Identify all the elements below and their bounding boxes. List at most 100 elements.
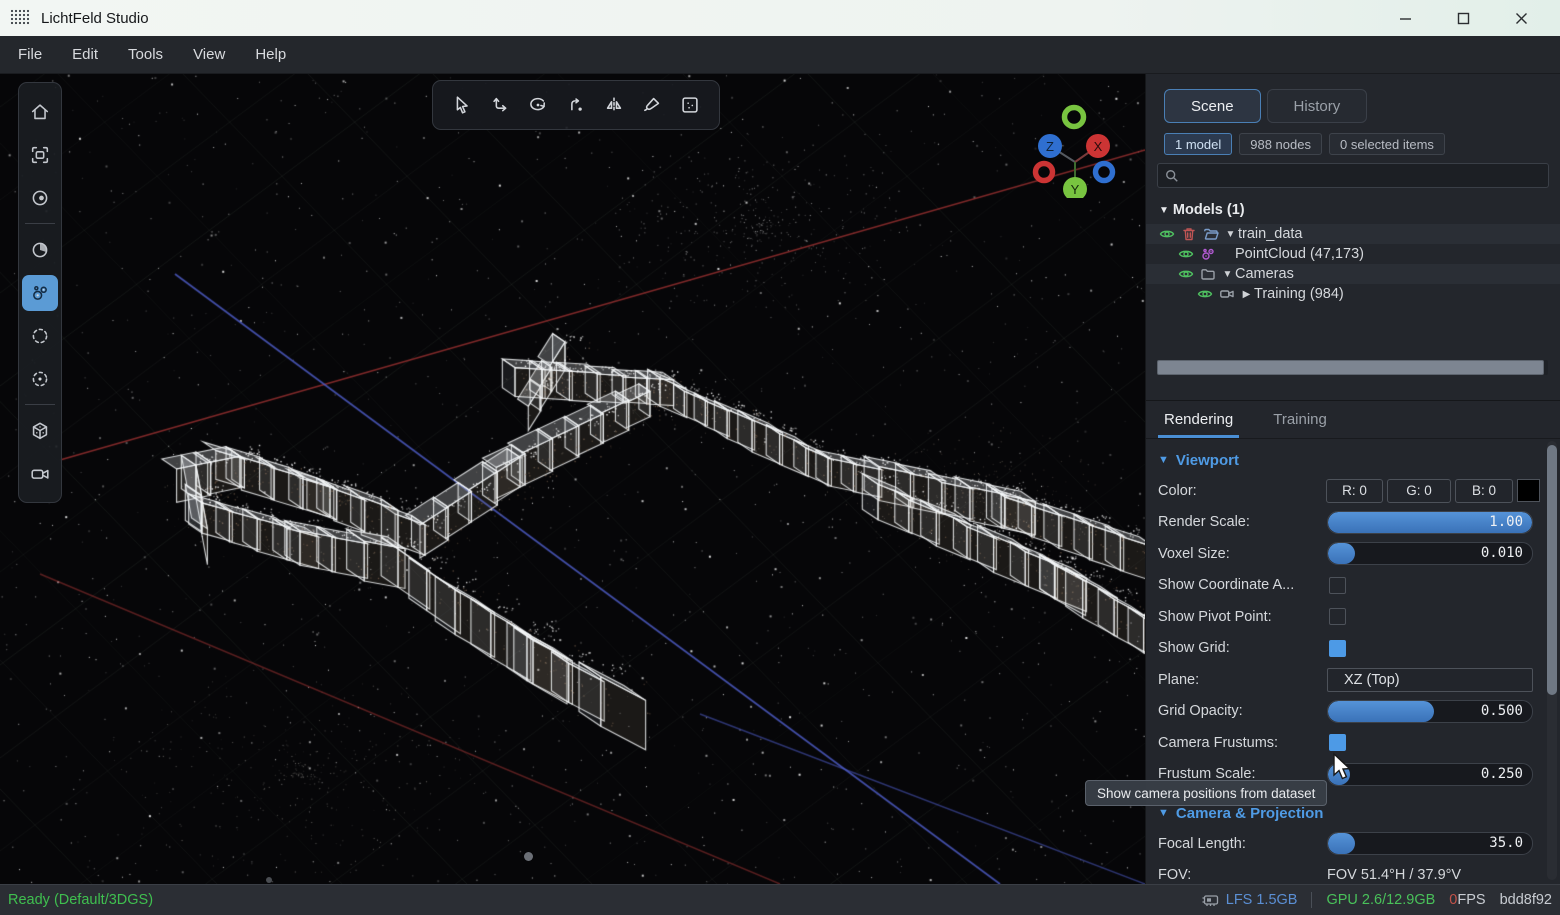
gizmo-neg-z[interactable] [1092, 160, 1116, 184]
gizmo-neg-y[interactable] [1061, 104, 1087, 130]
eye-icon[interactable] [1197, 286, 1213, 302]
app-window: LichtFeld Studio File Edit Tools View Help [0, 0, 1560, 915]
checkbox[interactable] [1329, 639, 1346, 657]
color-b-field[interactable]: B: 0 [1455, 478, 1513, 503]
color-g-field[interactable]: G: 0 [1387, 478, 1451, 503]
selection-circle-icon[interactable] [22, 318, 58, 354]
marquee-tool-icon[interactable] [671, 85, 709, 125]
properties-scrollbar[interactable] [1547, 441, 1557, 880]
tree-horizontal-scrollbar[interactable] [1157, 360, 1548, 375]
selection-radius-icon[interactable] [22, 361, 58, 397]
window-title: LichtFeld Studio [41, 9, 149, 27]
title-bar: LichtFeld Studio [0, 0, 1560, 36]
search-icon [1166, 169, 1178, 182]
plane-dropdown[interactable]: XZ (Top) [1327, 667, 1533, 692]
mirror-tool-icon[interactable] [595, 85, 633, 125]
svg-text:X: X [1094, 139, 1103, 154]
tree-row-label: ▼ Cameras [1222, 266, 1294, 282]
slider[interactable]: 0.250 [1327, 762, 1533, 786]
viewport-side-toolbar [18, 82, 62, 503]
viewport-pivot-dot [524, 852, 533, 861]
eye-icon[interactable] [1178, 246, 1194, 262]
checkbox[interactable] [1329, 576, 1346, 594]
build-hash: bdd8f92 [1499, 892, 1552, 908]
property-row: Show Grid: [1158, 633, 1540, 665]
viewport-dot [266, 877, 272, 883]
badge: 988 nodes [1239, 133, 1322, 155]
svg-text:Z: Z [1046, 139, 1054, 154]
property-row: Voxel Size: 0.010 [1158, 538, 1540, 570]
tree-header[interactable]: ▼ Models (1) [1146, 199, 1560, 224]
property-row: Render Scale: 1.00 [1158, 507, 1540, 539]
select-pointer-icon[interactable] [443, 85, 481, 125]
property-row: Focal Length: 35.0 [1158, 828, 1540, 860]
badge: 1 model [1164, 133, 1233, 155]
time-pie-icon[interactable] [22, 232, 58, 268]
tree-header-caret: ▼ [1159, 204, 1169, 216]
fov-value: FOV 51.4°H / 37.9°V [1327, 867, 1462, 884]
checkbox[interactable] [1329, 608, 1346, 626]
tooltip: Show camera positions from dataset [1085, 780, 1328, 806]
rotate-tool-icon[interactable] [519, 85, 557, 125]
scene-search[interactable] [1157, 163, 1549, 188]
menu-file[interactable]: File [18, 46, 42, 63]
tab-scene[interactable]: Scene [1164, 89, 1261, 123]
menu-view[interactable]: View [193, 46, 225, 63]
tab-history[interactable]: History [1266, 89, 1368, 123]
property-row: Show Pivot Point: [1158, 601, 1540, 633]
tree-row-pointcloud[interactable]: PointCloud (47,173) [1146, 244, 1560, 264]
pointcloud-icon[interactable] [1200, 246, 1216, 262]
tab-rendering[interactable]: Rendering [1157, 401, 1240, 438]
point-cloud-render[interactable] [0, 74, 1145, 884]
tree-row-label: PointCloud (47,173) [1235, 246, 1364, 262]
maximize-button[interactable] [1434, 0, 1492, 36]
property-row: FOV: FOV 51.4°H / 37.9°V [1158, 867, 1462, 884]
slider[interactable]: 0.500 [1327, 699, 1533, 723]
slider[interactable]: 35.0 [1327, 832, 1533, 856]
color-r-field[interactable]: R: 0 [1326, 478, 1383, 503]
tree-row-training[interactable]: ▶ Training (984) [1146, 284, 1560, 304]
gizmo-neg-x[interactable] [1032, 160, 1056, 184]
menu-tools[interactable]: Tools [128, 46, 163, 63]
tree-row-label: ▼ train_data [1225, 226, 1303, 242]
point-cloud-icon[interactable] [22, 274, 58, 311]
gpu-chip-icon [1202, 895, 1218, 906]
status-separator [1311, 892, 1313, 908]
viewport-tool-toolbar [432, 80, 720, 130]
viewport-3d[interactable]: Z X Y [0, 74, 1145, 884]
tree-row-label: ▶ Training (984) [1242, 286, 1344, 302]
orientation-gizmo[interactable]: Z X Y [1028, 88, 1128, 201]
camera-view-icon[interactable] [22, 456, 58, 492]
checkbox[interactable] [1329, 734, 1346, 752]
eye-icon[interactable] [1159, 226, 1175, 242]
lfs-memory: LFS 1.5GB [1202, 892, 1297, 908]
bounding-box-icon[interactable] [22, 413, 58, 449]
tree-row-cameras[interactable]: ▼ Cameras [1146, 264, 1560, 284]
folder-open-icon[interactable] [1203, 226, 1219, 242]
menu-edit[interactable]: Edit [72, 46, 98, 63]
fps-counter: 0FPS [1449, 892, 1486, 908]
model-tree: ▼ Models (1) ▼ train_data PointCloud (47,17… [1146, 199, 1560, 304]
section-header[interactable]: ▼ Viewport [1158, 445, 1540, 475]
path-tool-icon[interactable] [557, 85, 595, 125]
close-button[interactable] [1492, 0, 1550, 36]
slider[interactable]: 0.010 [1327, 542, 1533, 566]
trash-icon[interactable] [1181, 226, 1197, 242]
slider[interactable]: 1.00 [1327, 510, 1533, 534]
tree-row-train_data[interactable]: ▼ train_data [1146, 224, 1560, 244]
menu-help[interactable]: Help [255, 46, 286, 63]
move-tool-icon[interactable] [481, 85, 519, 125]
brush-tool-icon[interactable] [633, 85, 671, 125]
property-row: Show Coordinate A... [1158, 570, 1540, 602]
minimize-button[interactable] [1376, 0, 1434, 36]
status-ready: Ready (Default/3DGS) [8, 892, 154, 908]
tab-training[interactable]: Training [1273, 401, 1327, 438]
app-logo-icon [10, 9, 30, 25]
eye-icon[interactable] [1178, 266, 1194, 282]
home-icon[interactable] [22, 94, 58, 130]
frame-focus-icon[interactable] [22, 137, 58, 173]
color-swatch[interactable] [1517, 479, 1540, 503]
toggle-visibility-icon[interactable] [22, 180, 58, 216]
videocam-icon[interactable] [1219, 286, 1235, 302]
folder-icon[interactable] [1200, 266, 1216, 282]
